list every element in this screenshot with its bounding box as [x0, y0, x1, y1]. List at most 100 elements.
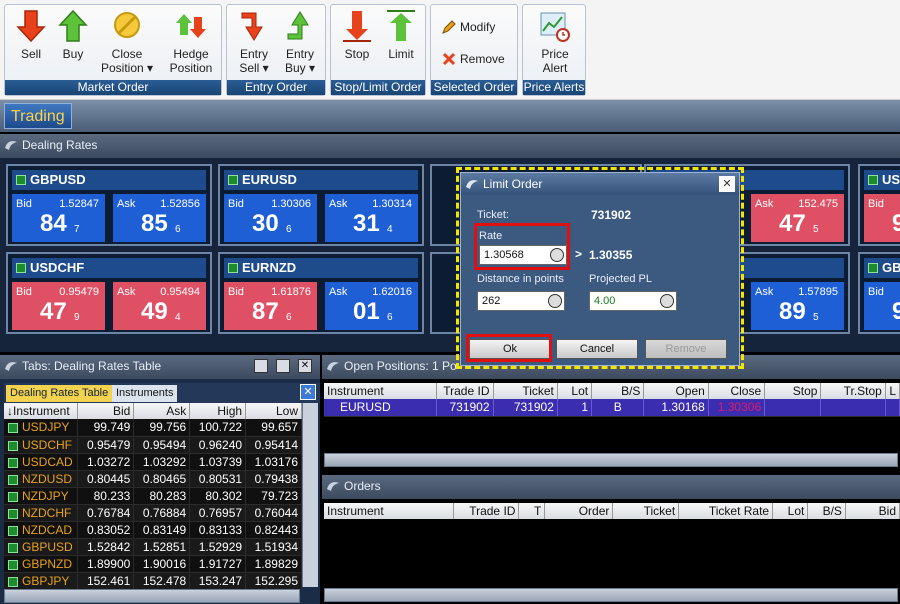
table-row[interactable]: NZDCHF 0.76784 0.76884 0.76957 0.76044 [4, 504, 302, 522]
price-alert-chart-icon [540, 12, 570, 42]
col-t[interactable]: T [518, 503, 546, 519]
col-lot[interactable]: Lot [772, 503, 809, 519]
distance-input[interactable]: 262 [477, 291, 565, 311]
col-ticket[interactable]: Ticket [493, 383, 558, 399]
ask-quote[interactable]: Ask 1.52856 85 6 [113, 194, 206, 242]
flag-icon [8, 576, 18, 587]
distance-spinner-icon[interactable] [548, 294, 562, 308]
ask-quote[interactable]: Ask 1.30314 31 4 [325, 194, 418, 242]
table-row[interactable]: GBPNZD 1.89900 1.90016 1.91727 1.89829 [4, 555, 302, 573]
bid-quote[interactable]: Bid 9 [864, 282, 900, 330]
buy-arrow-icon [58, 9, 88, 42]
col-bid[interactable]: Bid [845, 503, 900, 519]
bid-quote[interactable]: Bid 1.52847 84 7 [12, 194, 105, 242]
projected-pl-label: Projected PL [589, 273, 652, 285]
sell-button[interactable]: Sell [9, 9, 53, 61]
stop-button[interactable]: Stop [335, 9, 379, 61]
ribbon-toolbar: Sell Buy Close Position ▾ Hedge Position… [0, 0, 900, 100]
tab-dealing-rates-table[interactable]: Dealing Rates Table [6, 385, 113, 402]
col-b-s[interactable]: B/S [807, 503, 846, 519]
table-row[interactable]: NZDCAD 0.83052 0.83149 0.83133 0.82443 [4, 521, 302, 539]
rate-tile-eurusd[interactable]: EURUSD Bid 1.30306 30 6 Ask 1.30314 31 4 [218, 164, 424, 246]
rate-tile-eurnzd[interactable]: EURNZD Bid 1.61876 87 6 Ask 1.62016 01 6 [218, 252, 424, 334]
flag-icon [16, 263, 26, 273]
bull-logo-icon [327, 362, 339, 371]
position-cell: 731902 [493, 399, 558, 417]
rate-tile-edge-1[interactable]: US Bid 9 [858, 164, 900, 246]
rate-tile-gbpusd[interactable]: GBPUSD Bid 1.52847 84 7 Ask 1.52856 85 6 [6, 164, 212, 246]
selected-order-caption: Selected Order [431, 80, 517, 95]
tab-trading[interactable]: Trading [4, 103, 72, 129]
col-instrument[interactable]: Instrument [324, 503, 454, 519]
col-trade-id[interactable]: Trade ID [453, 503, 520, 519]
table-row[interactable]: NZDUSD 0.80445 0.80465 0.80531 0.79438 [4, 470, 302, 488]
col-b-s[interactable]: B/S [591, 383, 645, 399]
col-instrument[interactable]: ↓Instrument [4, 403, 79, 419]
bull-logo-icon [5, 141, 17, 150]
entry-buy-button[interactable]: Entry Buy ▾ [277, 9, 323, 75]
hedge-position-button[interactable]: Hedge Position [161, 9, 221, 75]
col-open[interactable]: Open [643, 383, 709, 399]
col-bid[interactable]: Bid [77, 403, 135, 419]
buy-button[interactable]: Buy [51, 9, 95, 61]
horizontal-scrollbar[interactable] [324, 588, 898, 602]
maximize-icon[interactable] [276, 359, 290, 373]
tab-instruments[interactable]: Instruments [112, 385, 178, 402]
col-lot[interactable]: Lot [557, 383, 593, 399]
bull-logo-icon [466, 180, 478, 189]
col-order[interactable]: Order [544, 503, 614, 519]
close-icon[interactable]: ✕ [298, 359, 312, 373]
table-row[interactable]: USDJPY 99.749 99.756 100.722 99.657 [4, 419, 302, 437]
bid-quote[interactable]: Bid 1.61876 87 6 [224, 282, 317, 330]
bid-big-figure: 9 [892, 210, 900, 237]
instrument-cell: NZDUSD [4, 470, 79, 488]
col-ticket-rate[interactable]: Ticket Rate [678, 503, 774, 519]
table-row[interactable]: EURUSD 731902 731902 1 B 1.30168 1.30306 [324, 399, 900, 417]
ask-quote[interactable]: Ask 0.95494 49 4 [113, 282, 206, 330]
instrument-symbol: NZDUSD [22, 471, 72, 486]
buy-label: Buy [62, 47, 84, 61]
col-low[interactable]: Low [245, 403, 302, 419]
close-position-button[interactable]: Close Position ▾ [95, 9, 159, 75]
price-alert-button[interactable]: Price Alert [529, 9, 581, 75]
col-trade-id[interactable]: Trade ID [436, 383, 494, 399]
horizontal-scrollbar[interactable] [4, 589, 300, 603]
col-high[interactable]: High [189, 403, 247, 419]
minimize-icon[interactable] [254, 359, 268, 373]
horizontal-scrollbar[interactable] [324, 453, 898, 467]
price-cell: 1.89829 [245, 555, 302, 573]
bid-quote[interactable]: Bid 0.95479 47 9 [12, 282, 105, 330]
price-alert-label-2: Alert [542, 61, 568, 75]
entry-sell-button[interactable]: Entry Sell ▾ [231, 9, 277, 75]
bid-label: Bid [16, 286, 32, 298]
col-instrument[interactable]: Instrument [324, 383, 438, 399]
ticket-value: 731902 [591, 208, 632, 222]
cancel-button[interactable]: Cancel [556, 339, 638, 359]
bid-quote[interactable]: Bid 1.30306 30 6 [224, 194, 317, 242]
ask-quote[interactable]: Ask 1.57895 89 5 [751, 282, 844, 330]
limit-button[interactable]: Limit [379, 9, 423, 61]
col-stop[interactable]: Stop [764, 383, 822, 399]
col-ask[interactable]: Ask [133, 403, 191, 419]
rate-tile-edge-2[interactable]: GB Bid 9 [858, 252, 900, 334]
close-tab-icon[interactable]: ✕ [300, 384, 316, 400]
table-row[interactable]: NZDJPY 80.233 80.283 80.302 79.723 [4, 487, 302, 505]
remove-button[interactable]: Remove [441, 51, 505, 67]
bid-label: Bid [228, 198, 244, 210]
ask-quote[interactable]: Ask 1.62016 01 6 [325, 282, 418, 330]
modify-button[interactable]: Modify [441, 19, 495, 35]
col-tr-stop[interactable]: Tr.Stop [820, 383, 886, 399]
ask-label: Ask [117, 286, 136, 298]
rate-tile-usdchf[interactable]: USDCHF Bid 0.95479 47 9 Ask 0.95494 49 4 [6, 252, 212, 334]
table-row[interactable]: USDCHF 0.95479 0.95494 0.96240 0.95414 [4, 436, 302, 454]
table-row[interactable]: GBPUSD 1.52842 1.52851 1.52929 1.51934 [4, 538, 302, 556]
table-row[interactable]: GBPJPY 152.461 152.478 153.247 152.295 [4, 572, 302, 590]
dialog-close-icon[interactable]: ✕ [719, 176, 735, 192]
col-ticket[interactable]: Ticket [612, 503, 680, 519]
vertical-scrollbar[interactable] [302, 403, 318, 587]
bid-quote[interactable]: Bid 9 [864, 194, 900, 242]
ask-quote[interactable]: Ask 152.475 47 5 [751, 194, 844, 242]
col-l[interactable]: L [885, 383, 900, 399]
col-close[interactable]: Close [708, 383, 766, 399]
table-row[interactable]: USDCAD 1.03272 1.03292 1.03739 1.03176 [4, 453, 302, 471]
